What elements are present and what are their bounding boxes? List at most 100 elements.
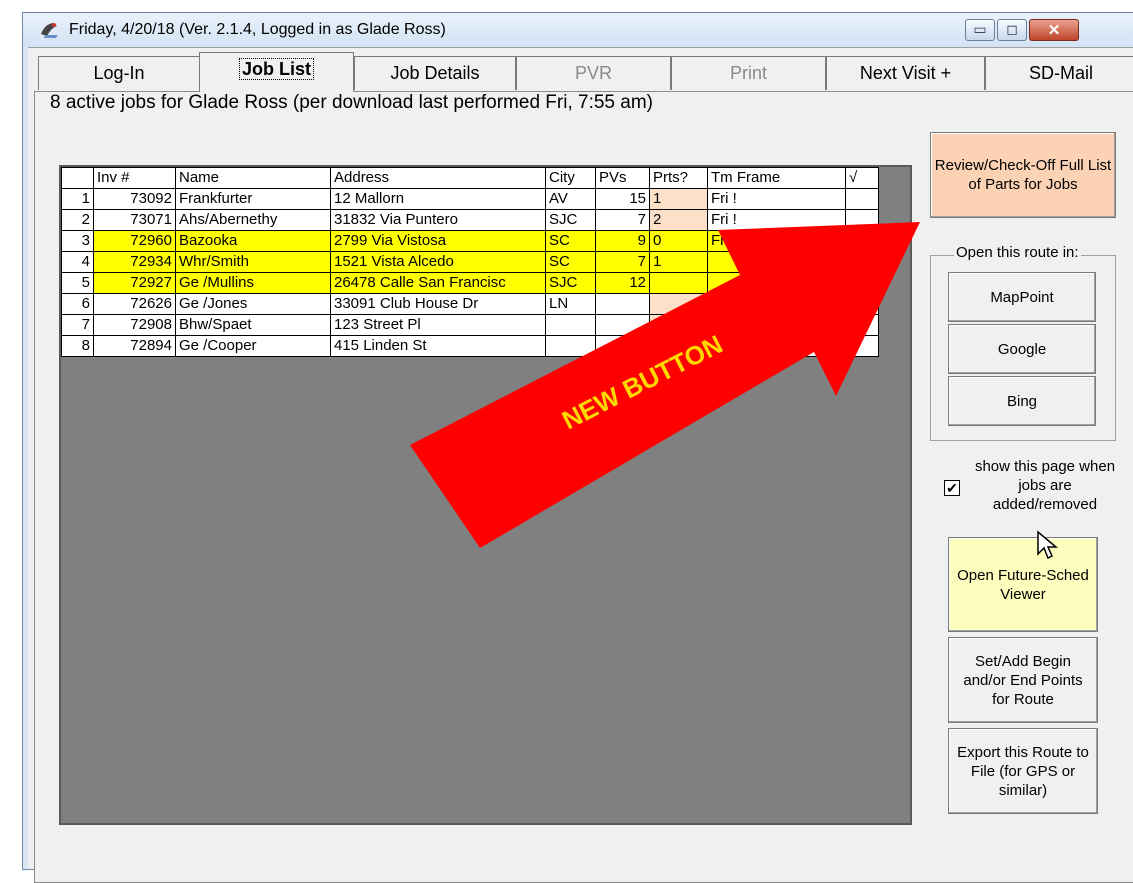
cell-prts[interactable]: [649, 272, 708, 294]
cell-check[interactable]: [845, 335, 879, 357]
cell-address[interactable]: 12 Mallorn: [330, 188, 546, 210]
cell-city[interactable]: SC: [545, 251, 596, 273]
cell-inv[interactable]: 73071: [93, 209, 176, 231]
review-parts-button[interactable]: Review/Check-Off Full List of Parts for …: [930, 132, 1116, 218]
cell-address[interactable]: 123 Street Pl: [330, 314, 546, 336]
cell-check[interactable]: ↲: [845, 293, 879, 315]
cell-pvs[interactable]: 12: [595, 272, 650, 294]
cell-name[interactable]: Ge /Jones: [175, 293, 331, 315]
tab-pvr[interactable]: PVR: [516, 56, 671, 90]
column-header-name[interactable]: Name: [175, 167, 331, 189]
cell-tm-frame[interactable]: [707, 251, 846, 273]
cell-inv[interactable]: 72908: [93, 314, 176, 336]
cell-check[interactable]: [845, 209, 879, 231]
tab-job-list[interactable]: Job List: [199, 52, 354, 92]
cell-pvs[interactable]: [595, 335, 650, 357]
cell-inv[interactable]: 72927: [93, 272, 176, 294]
column-header-inv[interactable]: Inv #: [93, 167, 176, 189]
cell-check[interactable]: [845, 230, 879, 252]
cell-city[interactable]: SC: [545, 230, 596, 252]
cell-inv[interactable]: 72894: [93, 335, 176, 357]
cell-name[interactable]: Frankfurter: [175, 188, 331, 210]
cell-prts[interactable]: 1: [649, 251, 708, 273]
mappoint-button[interactable]: MapPoint: [948, 272, 1096, 322]
cell-check[interactable]: [845, 314, 879, 336]
cell-address[interactable]: 31832 Via Puntero: [330, 209, 546, 231]
close-button[interactable]: ✕: [1029, 19, 1079, 41]
table-row[interactable]: 2 73071 Ahs/Abernethy 31832 Via Puntero …: [61, 209, 879, 231]
maximize-button[interactable]: ◻: [997, 19, 1027, 41]
cell-name[interactable]: Ahs/Abernethy: [175, 209, 331, 231]
cell-address[interactable]: 2799 Via Vistosa: [330, 230, 546, 252]
table-row[interactable]: 6 72626 Ge /Jones 33091 Club House Dr LN…: [61, 293, 879, 315]
column-header-prts[interactable]: Prts?: [649, 167, 708, 189]
cell-check[interactable]: ↲: [845, 251, 879, 273]
cell-tm-frame[interactable]: Fri !: [707, 335, 846, 357]
cell-pvs[interactable]: 7: [595, 251, 650, 273]
column-header-address[interactable]: Address: [330, 167, 546, 189]
cell-inv[interactable]: 73092: [93, 188, 176, 210]
cell-name[interactable]: Ge /Mullins: [175, 272, 331, 294]
cell-prts[interactable]: 0: [649, 230, 708, 252]
cell-name[interactable]: Bazooka: [175, 230, 331, 252]
table-row[interactable]: 4 72934 Whr/Smith 1521 Vista Alcedo SC 7…: [61, 251, 879, 273]
column-header-pvs[interactable]: PVs: [595, 167, 650, 189]
cell-city[interactable]: SJC: [545, 272, 596, 294]
cell-tm-frame[interactable]: Fri !: [707, 230, 846, 252]
cell-tm-frame[interactable]: Fri !: [707, 314, 846, 336]
cell-pvs[interactable]: 15: [595, 188, 650, 210]
cell-tm-frame[interactable]: [707, 293, 846, 315]
cell-city[interactable]: LN: [545, 293, 596, 315]
cell-prts[interactable]: 2: [649, 209, 708, 231]
cell-prts[interactable]: 1: [649, 188, 708, 210]
cell-address[interactable]: 415 Linden St: [330, 335, 546, 357]
table-row[interactable]: 8 72894 Ge /Cooper 415 Linden St Fri !: [61, 335, 879, 357]
export-route-button[interactable]: Export this Route to File (for GPS or si…: [948, 728, 1098, 814]
cell-city[interactable]: AV: [545, 188, 596, 210]
cell-pvs[interactable]: [595, 314, 650, 336]
cell-tm-frame[interactable]: [707, 272, 846, 294]
tab-next-visit[interactable]: Next Visit +: [826, 56, 985, 90]
tab-job-details[interactable]: Job Details: [354, 56, 516, 90]
cell-check[interactable]: [845, 188, 879, 210]
cell-prts[interactable]: [649, 293, 708, 315]
open-future-sched-button[interactable]: Open Future-Sched Viewer: [948, 537, 1098, 632]
set-begin-end-points-button[interactable]: Set/Add Begin and/or End Points for Rout…: [948, 637, 1098, 723]
table-row[interactable]: 5 72927 Ge /Mullins 26478 Calle San Fran…: [61, 272, 879, 294]
job-grid[interactable]: Inv # Name Address City PVs Prts? Tm Fra…: [59, 165, 912, 825]
cell-prts[interactable]: [649, 335, 708, 357]
column-header-city[interactable]: City: [545, 167, 596, 189]
title-bar[interactable]: Friday, 4/20/18 (Ver. 2.1.4, Logged in a…: [23, 13, 1133, 47]
cell-name[interactable]: Ge /Cooper: [175, 335, 331, 357]
cell-pvs[interactable]: [595, 293, 650, 315]
tab-log-in[interactable]: Log-In: [38, 56, 200, 90]
cell-pvs[interactable]: 9: [595, 230, 650, 252]
column-header-tm-frame[interactable]: Tm Frame: [707, 167, 846, 189]
cell-inv[interactable]: 72626: [93, 293, 176, 315]
column-header-check[interactable]: √: [845, 167, 879, 189]
cell-prts[interactable]: [649, 314, 708, 336]
table-row[interactable]: 3 72960 Bazooka 2799 Via Vistosa SC 9 0 …: [61, 230, 879, 252]
cell-city[interactable]: [545, 314, 596, 336]
cell-name[interactable]: Bhw/Spaet: [175, 314, 331, 336]
tab-sd-mail[interactable]: SD-Mail: [985, 56, 1133, 90]
cell-address[interactable]: 33091 Club House Dr: [330, 293, 546, 315]
cell-tm-frame[interactable]: Fri !: [707, 188, 846, 210]
show-page-checkbox[interactable]: ✔: [944, 480, 960, 496]
table-row[interactable]: 7 72908 Bhw/Spaet 123 Street Pl Fri !: [61, 314, 879, 336]
cell-check[interactable]: [845, 272, 879, 294]
cell-city[interactable]: SJC: [545, 209, 596, 231]
cell-city[interactable]: [545, 335, 596, 357]
google-button[interactable]: Google: [948, 324, 1096, 374]
minimize-button[interactable]: ▭: [965, 19, 995, 41]
tab-print[interactable]: Print: [671, 56, 826, 90]
cell-address[interactable]: 26478 Calle San Francisc: [330, 272, 546, 294]
table-row[interactable]: 1 73092 Frankfurter 12 Mallorn AV 15 1 F…: [61, 188, 879, 210]
cell-address[interactable]: 1521 Vista Alcedo: [330, 251, 546, 273]
cell-name[interactable]: Whr/Smith: [175, 251, 331, 273]
cell-inv[interactable]: 72934: [93, 251, 176, 273]
cell-pvs[interactable]: 7: [595, 209, 650, 231]
cell-tm-frame[interactable]: Fri !: [707, 209, 846, 231]
cell-inv[interactable]: 72960: [93, 230, 176, 252]
bing-button[interactable]: Bing: [948, 376, 1096, 426]
